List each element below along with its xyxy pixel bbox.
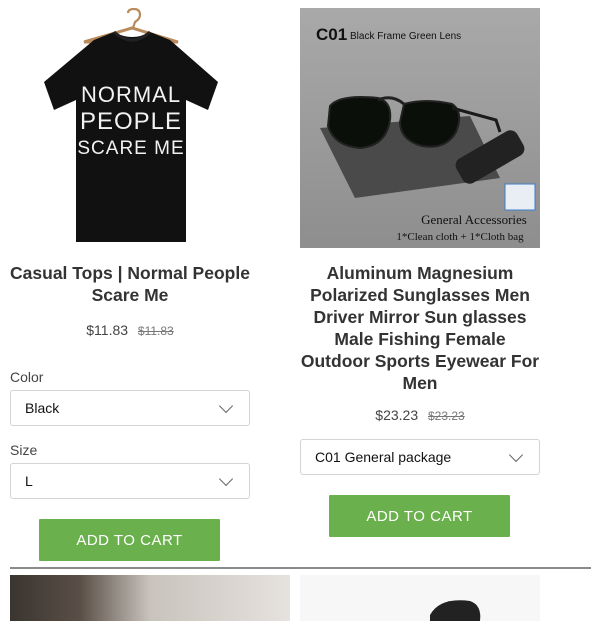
add-to-cart-button[interactable]: ADD TO CART xyxy=(329,495,510,537)
next-product-image[interactable] xyxy=(300,575,540,621)
size-select[interactable]: L xyxy=(10,463,250,499)
color-select-value: Black xyxy=(25,400,60,416)
color-select[interactable]: Black xyxy=(10,390,250,426)
color-label: Color xyxy=(10,369,44,385)
section-divider xyxy=(10,567,591,569)
product-title[interactable]: Casual Tops | Normal People Scare Me xyxy=(10,262,250,306)
variant-select-value: C01 General package xyxy=(315,449,452,465)
price-row: $11.83 $11.83 xyxy=(10,322,250,338)
price-row: $23.23 $23.23 xyxy=(300,407,540,423)
svg-text:SCARE ME: SCARE ME xyxy=(77,138,184,159)
product-title[interactable]: Aluminum Magnesium Polarized Sunglasses … xyxy=(300,262,540,394)
product-image-tshirt[interactable]: NORMAL PEOPLE SCARE ME xyxy=(10,8,250,248)
image-code-text: C01 xyxy=(316,25,347,44)
add-to-cart-button[interactable]: ADD TO CART xyxy=(39,519,220,561)
compare-price: $11.83 xyxy=(137,324,174,338)
sunglasses-image: C01 Black Frame Green Lens General Acces… xyxy=(300,8,540,248)
compare-price: $23.23 xyxy=(428,409,465,423)
svg-text:PEOPLE: PEOPLE xyxy=(80,108,182,135)
sale-price: $23.23 xyxy=(375,407,419,423)
size-select-value: L xyxy=(25,473,33,489)
variant-select[interactable]: C01 General package xyxy=(300,439,540,475)
chevron-down-icon xyxy=(218,471,234,486)
product-image-sunglasses[interactable]: C01 Black Frame Green Lens General Acces… xyxy=(300,8,540,248)
chevron-down-icon xyxy=(508,447,524,462)
tshirt-image: NORMAL PEOPLE SCARE ME xyxy=(44,8,218,242)
image-caption-text: Black Frame Green Lens xyxy=(350,31,461,42)
image-note-1: General Accessories xyxy=(421,212,527,227)
size-label: Size xyxy=(10,442,38,458)
svg-text:NORMAL: NORMAL xyxy=(81,82,181,107)
chevron-down-icon xyxy=(218,398,234,413)
sale-price: $11.83 xyxy=(86,322,129,338)
next-product-image[interactable] xyxy=(10,575,290,621)
belt-image xyxy=(430,600,481,621)
image-note-2: 1*Clean cloth + 1*Cloth bag xyxy=(396,231,524,243)
